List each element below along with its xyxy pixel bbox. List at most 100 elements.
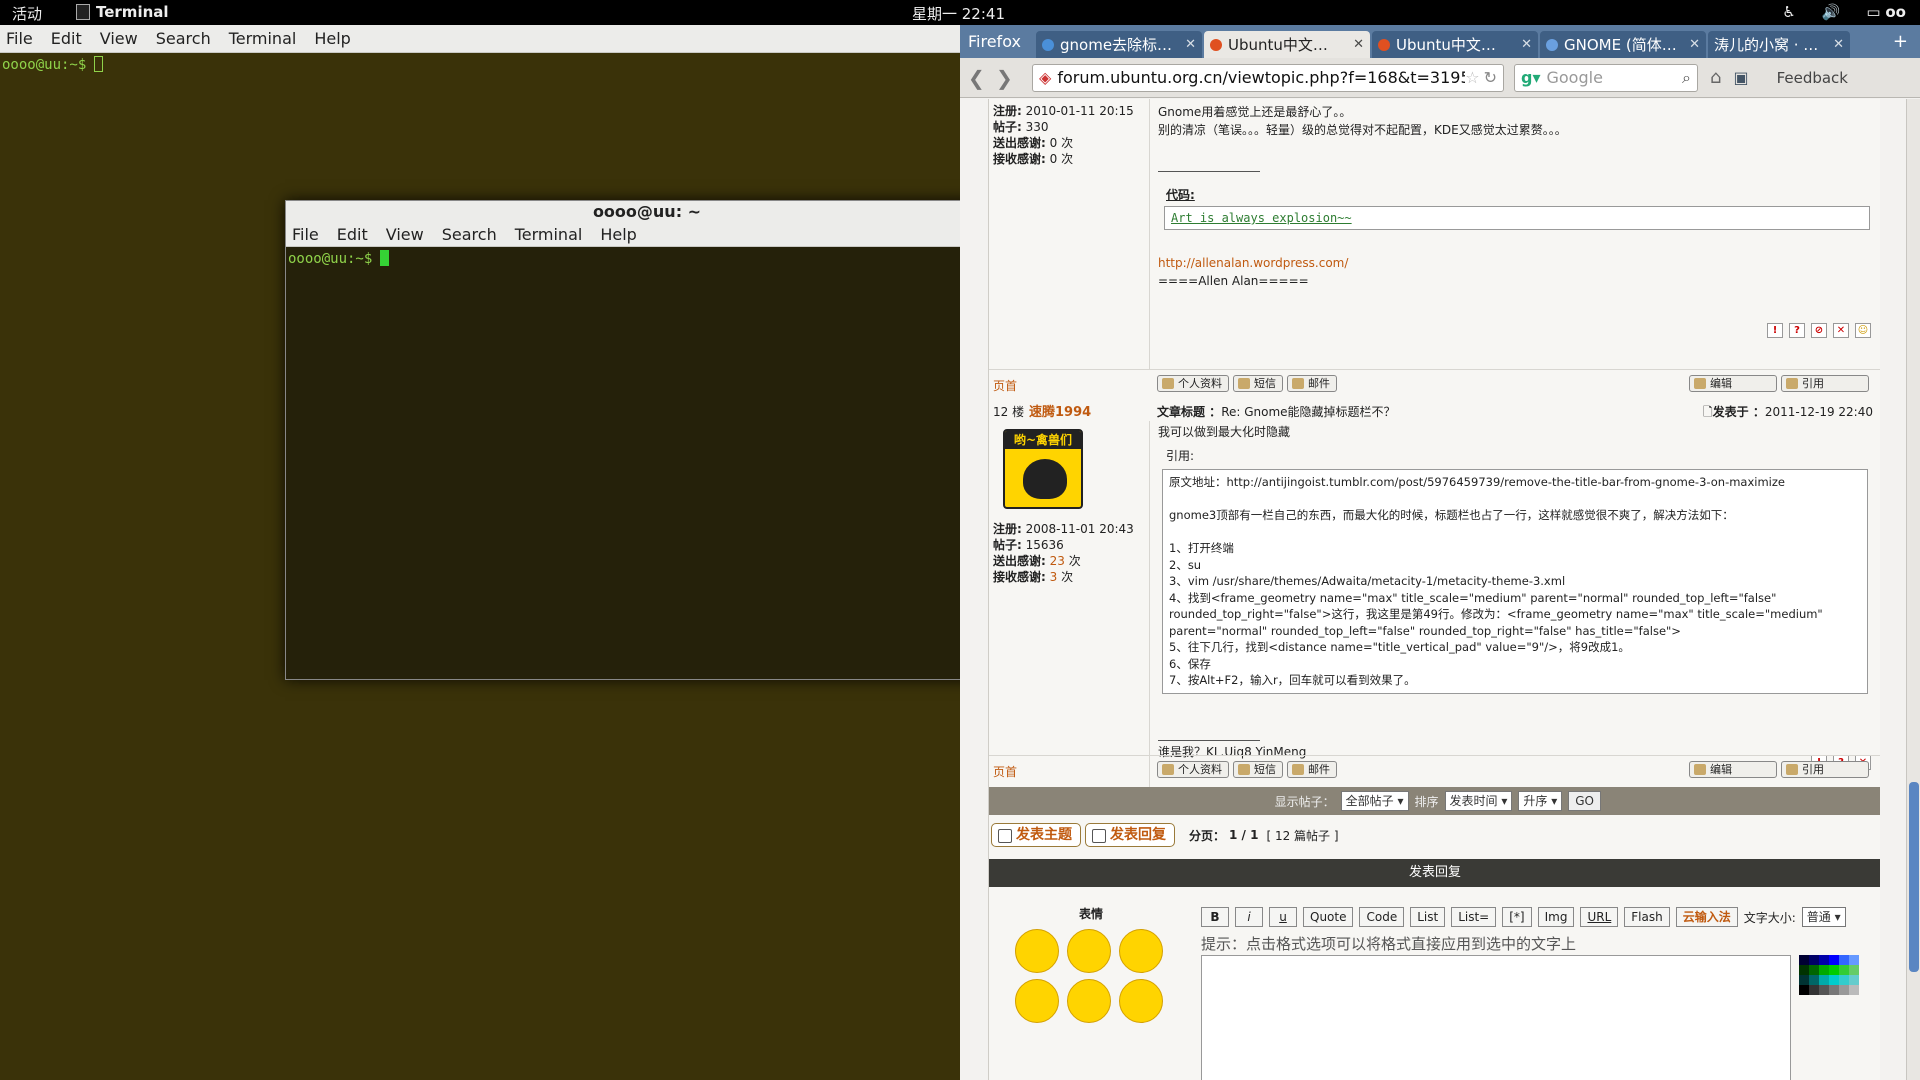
color-palette[interactable]: [1799, 955, 1859, 995]
smiley-icon[interactable]: [1119, 979, 1163, 1023]
site-identity-icon[interactable]: ◈: [1039, 68, 1051, 87]
feedback-button[interactable]: Feedback: [1777, 69, 1848, 87]
new-topic-button[interactable]: 发表主题: [991, 823, 1081, 847]
browser-tab[interactable]: gnome去除标… ✕: [1036, 31, 1202, 58]
quote-button[interactable]: 引用: [1781, 375, 1869, 392]
show-posts-select[interactable]: 全部帖子 ▾: [1340, 791, 1409, 811]
sort-order-select[interactable]: 升序 ▾: [1518, 791, 1563, 811]
email-button[interactable]: 邮件: [1287, 761, 1337, 778]
ban-icon[interactable]: ⊘: [1811, 323, 1827, 338]
browser-tab[interactable]: Ubuntu中文… ✕: [1372, 31, 1538, 58]
color-swatch[interactable]: [1849, 955, 1859, 965]
color-swatch[interactable]: [1809, 985, 1819, 995]
search-input[interactable]: Google: [1546, 68, 1682, 87]
font-size-select[interactable]: 普通 ▾: [1801, 907, 1846, 927]
color-swatch[interactable]: [1849, 975, 1859, 985]
cloud-ime-button[interactable]: 云输入法: [1675, 907, 1738, 927]
img-button[interactable]: Img: [1537, 907, 1575, 927]
menu-terminal[interactable]: Terminal: [229, 29, 297, 48]
tab-close-icon[interactable]: ✕: [1353, 37, 1364, 52]
color-swatch[interactable]: [1819, 985, 1829, 995]
color-swatch[interactable]: [1799, 975, 1809, 985]
color-swatch[interactable]: [1809, 975, 1819, 985]
app-menu[interactable]: Terminal: [76, 3, 169, 21]
back-arrow-icon[interactable]: ❮: [968, 66, 996, 90]
menu-file[interactable]: File: [292, 225, 319, 244]
color-swatch[interactable]: [1799, 955, 1809, 965]
pm-button[interactable]: 短信: [1233, 375, 1283, 392]
color-swatch[interactable]: [1809, 965, 1819, 975]
menu-file[interactable]: File: [6, 29, 33, 48]
list-button[interactable]: List: [1410, 907, 1446, 927]
menu-edit[interactable]: Edit: [337, 225, 368, 244]
forward-arrow-icon[interactable]: ❯: [996, 66, 1024, 90]
scrollbar-thumb[interactable]: [1909, 782, 1919, 972]
page-scrollbar[interactable]: [1906, 99, 1920, 1080]
profile-button[interactable]: 个人资料: [1157, 375, 1229, 392]
underline-button[interactable]: u: [1269, 907, 1297, 927]
tab-close-icon[interactable]: ✕: [1833, 37, 1844, 52]
tab-close-icon[interactable]: ✕: [1689, 37, 1700, 52]
bookmark-star-icon[interactable]: ☆: [1465, 68, 1479, 87]
menu-search[interactable]: Search: [156, 29, 211, 48]
back-to-top-link[interactable]: 页首: [993, 377, 1017, 394]
menu-view[interactable]: View: [386, 225, 424, 244]
tab-close-icon[interactable]: ✕: [1185, 37, 1196, 52]
browser-tab[interactable]: 涛儿的小窝 · … ✕: [1708, 31, 1850, 58]
go-button[interactable]: GO: [1568, 791, 1601, 811]
new-tab-button[interactable]: +: [1893, 31, 1908, 52]
url-button[interactable]: URL: [1580, 907, 1619, 927]
edit-button[interactable]: 编辑: [1689, 375, 1777, 392]
smiley-icon[interactable]: [1119, 929, 1163, 973]
search-engine-icon[interactable]: g▾: [1521, 68, 1540, 87]
thanks-icon[interactable]: ☺: [1855, 323, 1871, 338]
browser-tab[interactable]: GNOME (简体… ✕: [1540, 31, 1706, 58]
volume-icon[interactable]: 🔊: [1822, 3, 1841, 21]
tab-close-icon[interactable]: ✕: [1521, 37, 1532, 52]
clock[interactable]: 星期一 22:41: [912, 3, 1005, 24]
color-swatch[interactable]: [1819, 955, 1829, 965]
pm-button[interactable]: 短信: [1233, 761, 1283, 778]
home-icon[interactable]: ⌂: [1710, 67, 1721, 88]
smiley-icon[interactable]: [1015, 929, 1059, 973]
menu-help[interactable]: Help: [600, 225, 636, 244]
terminal-line[interactable]: oooo@uu:~$: [0, 53, 960, 76]
color-swatch[interactable]: [1829, 955, 1839, 965]
smiley-icon[interactable]: [1015, 979, 1059, 1023]
color-swatch[interactable]: [1819, 965, 1829, 975]
color-swatch[interactable]: [1829, 975, 1839, 985]
search-bar[interactable]: g▾ Google ⌕: [1514, 63, 1698, 92]
user-menu[interactable]: ▭ oo: [1866, 3, 1906, 21]
menu-terminal[interactable]: Terminal: [515, 225, 583, 244]
terminal-window-front[interactable]: oooo@uu: ~ × File Edit View Search Termi…: [285, 200, 1009, 680]
menu-view[interactable]: View: [100, 29, 138, 48]
delete-icon[interactable]: ✕: [1833, 323, 1849, 338]
bookmarks-icon[interactable]: ▣: [1733, 68, 1748, 87]
flash-button[interactable]: Flash: [1624, 907, 1670, 927]
url-bar[interactable]: ◈ forum.ubuntu.org.cn/viewtopic.php?f=16…: [1032, 63, 1504, 92]
reply-textarea[interactable]: [1201, 955, 1791, 1080]
color-swatch[interactable]: [1839, 985, 1849, 995]
color-swatch[interactable]: [1829, 965, 1839, 975]
reload-icon[interactable]: ↻: [1484, 68, 1497, 87]
list-item-button[interactable]: [*]: [1502, 907, 1532, 927]
firefox-menu-button[interactable]: Firefox: [960, 32, 1036, 51]
avatar[interactable]: 哟~禽兽们: [1003, 429, 1083, 509]
report-icon[interactable]: !: [1767, 323, 1783, 338]
color-swatch[interactable]: [1829, 985, 1839, 995]
search-icon[interactable]: ⌕: [1682, 68, 1691, 88]
color-swatch[interactable]: [1839, 955, 1849, 965]
signature-link[interactable]: http://allenalan.wordpress.com/: [1158, 254, 1880, 272]
author-name[interactable]: 速腾1994: [1029, 401, 1091, 420]
edit-button[interactable]: 编辑: [1689, 761, 1777, 778]
accessibility-icon[interactable]: ♿: [1782, 3, 1795, 21]
bold-button[interactable]: B: [1201, 907, 1229, 927]
post-reply-button[interactable]: 发表回复: [1085, 823, 1175, 847]
smiley-icon[interactable]: [1067, 929, 1111, 973]
quote-format-button[interactable]: Quote: [1303, 907, 1354, 927]
italic-button[interactable]: i: [1235, 907, 1263, 927]
color-swatch[interactable]: [1849, 985, 1859, 995]
color-swatch[interactable]: [1809, 955, 1819, 965]
terminal-line[interactable]: oooo@uu:~$: [286, 247, 1008, 270]
browser-tab-active[interactable]: Ubuntu中文… ✕: [1204, 31, 1370, 58]
